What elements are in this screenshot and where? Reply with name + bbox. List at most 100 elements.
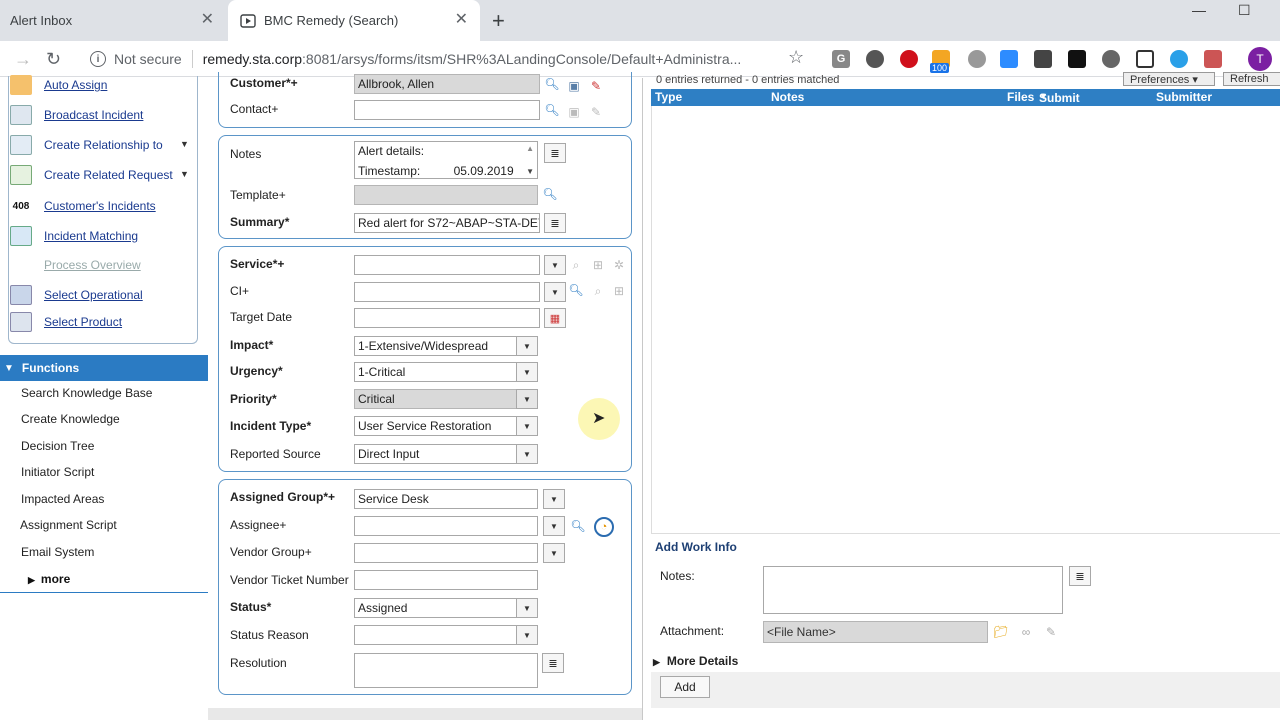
resolution-field[interactable]	[354, 653, 538, 688]
chevron-down-icon[interactable]: ▼	[516, 625, 538, 645]
incident-type-select[interactable]: User Service Restoration	[354, 416, 518, 436]
chevron-down-icon[interactable]: ▼	[544, 282, 566, 302]
close-icon[interactable]: ✕	[201, 12, 214, 28]
target-date-field[interactable]	[354, 308, 540, 328]
quick-action-select-operational[interactable]: Select Operational	[10, 284, 143, 306]
reported-source-select[interactable]: Direct Input	[354, 444, 518, 464]
search-icon[interactable]: 🔍︎	[570, 518, 586, 534]
extension-cast-icon[interactable]	[1204, 50, 1222, 68]
chevron-down-icon[interactable]: ▼	[543, 516, 565, 536]
quick-action-auto-assign[interactable]: Auto Assign	[10, 74, 107, 96]
extension-tool-icon[interactable]	[1034, 50, 1052, 68]
search-icon[interactable]: 🔍︎	[544, 102, 560, 118]
tab-bmc-remedy[interactable]: BMC Remedy (Search) ✕	[228, 0, 480, 41]
summary-field[interactable]: Red alert for S72~ABAP~STA-DE7_	[354, 213, 540, 233]
chevron-down-icon[interactable]: ▼	[543, 543, 565, 563]
column-header-submitter[interactable]: Submitter	[1156, 90, 1212, 104]
function-assignment-script[interactable]: Assignment Script	[20, 518, 117, 532]
attachment-field[interactable]: <File Name>	[763, 621, 988, 643]
quick-action-select-product[interactable]: Select Product	[10, 311, 122, 333]
forward-arrow-icon[interactable]: →	[14, 49, 32, 70]
chevron-down-icon[interactable]: ▼	[180, 139, 189, 149]
chevron-down-icon[interactable]: ▼	[516, 362, 538, 382]
extension-circle-icon[interactable]	[866, 50, 884, 68]
chevron-down-icon[interactable]: ▼	[516, 336, 538, 356]
customer-field[interactable]: Allbrook, Allen	[354, 74, 540, 94]
template-field[interactable]	[354, 185, 538, 205]
quick-action-create-relationship[interactable]: Create Relationship to ▼	[10, 134, 198, 156]
column-header-notes[interactable]: Notes	[771, 90, 804, 104]
work-info-notes-expand-button[interactable]: ≣	[1069, 566, 1091, 586]
extension-crop-icon[interactable]	[1136, 50, 1154, 68]
auto-assign-clock-icon[interactable]: ◔	[594, 517, 614, 537]
vendor-ticket-field[interactable]	[354, 570, 538, 590]
chevron-down-icon[interactable]: ▼	[516, 444, 538, 464]
star-icon[interactable]: ☆	[788, 47, 804, 68]
edit-icon[interactable]: ✎	[588, 78, 604, 94]
quick-action-broadcast-incident[interactable]: Broadcast Incident	[10, 104, 143, 126]
functions-header[interactable]: ▼ Functions	[0, 355, 208, 381]
function-decision-tree[interactable]: Decision Tree	[21, 439, 94, 453]
tab-alert-inbox[interactable]: Alert Inbox ✕	[0, 0, 226, 41]
column-header-type[interactable]: Type	[655, 90, 682, 104]
search-icon[interactable]: 🔍︎	[544, 76, 560, 92]
extension-opera-icon[interactable]	[900, 50, 918, 68]
scroll-down-icon[interactable]: ▼	[526, 167, 534, 176]
calendar-icon[interactable]: ▦	[544, 308, 566, 328]
add-button[interactable]: Add	[660, 676, 710, 698]
extension-arrow-icon[interactable]	[1170, 50, 1188, 68]
search-icon[interactable]: 🔍︎	[568, 282, 584, 298]
assignee-field[interactable]	[354, 516, 538, 536]
impact-select[interactable]: 1-Extensive/Widespread	[354, 336, 518, 356]
quick-action-customers-incidents[interactable]: 408 Customer's Incidents	[10, 195, 156, 217]
work-info-notes-field[interactable]	[763, 566, 1063, 614]
extension-zoom-icon[interactable]	[1000, 50, 1018, 68]
maximize-icon[interactable]: ☐	[1238, 2, 1251, 19]
function-create-knowledge[interactable]: Create Knowledge	[21, 412, 120, 426]
urgency-select[interactable]: 1-Critical	[354, 362, 518, 382]
function-initiator-script[interactable]: Initiator Script	[21, 465, 94, 479]
notes-field[interactable]: Alert details: Timestamp: 05.09.2019 ▲ ▼	[354, 141, 538, 179]
chevron-down-icon[interactable]: ▼	[180, 169, 189, 179]
service-field[interactable]	[354, 255, 540, 275]
extension-g-icon[interactable]: G	[832, 50, 850, 68]
reload-icon[interactable]: ↻	[46, 49, 61, 70]
folder-icon[interactable]: 📁︎	[993, 624, 1009, 640]
close-icon[interactable]: ✕	[455, 12, 468, 28]
search-icon[interactable]: 🔍︎	[542, 186, 558, 202]
chevron-down-icon[interactable]: ▼	[543, 489, 565, 509]
info-icon[interactable]: i	[90, 51, 106, 67]
extension-puzzle-icon[interactable]	[968, 50, 986, 68]
function-search-knowledge-base[interactable]: Search Knowledge Base	[21, 386, 152, 400]
assigned-group-field[interactable]: Service Desk	[354, 489, 538, 509]
status-select[interactable]: Assigned	[354, 598, 518, 618]
extension-dark-icon[interactable]	[1068, 50, 1086, 68]
refresh-button[interactable]: Refresh	[1223, 72, 1280, 86]
profile-avatar[interactable]: T	[1248, 47, 1272, 71]
vendor-group-field[interactable]	[354, 543, 538, 563]
status-reason-select[interactable]	[354, 625, 518, 645]
scroll-up-icon[interactable]: ▲	[526, 144, 534, 153]
minimize-icon[interactable]: —	[1192, 2, 1206, 18]
extension-sync-icon[interactable]	[1102, 50, 1120, 68]
column-header-files[interactable]: Files	[1007, 90, 1034, 104]
function-email-system[interactable]: Email System	[21, 545, 94, 559]
quick-action-create-related-request[interactable]: Create Related Request ▼	[10, 164, 198, 186]
contact-field[interactable]	[354, 100, 540, 120]
customer-details-icon[interactable]: ▣	[566, 78, 582, 94]
resolution-expand-button[interactable]: ≣	[542, 653, 564, 673]
quick-action-incident-matching[interactable]: Incident Matching	[10, 225, 138, 247]
new-tab-icon[interactable]: +	[492, 8, 505, 34]
chevron-down-icon[interactable]: ▼	[544, 255, 566, 275]
summary-expand-button[interactable]: ≣	[544, 213, 566, 233]
ci-field[interactable]	[354, 282, 540, 302]
preferences-button[interactable]: Preferences ▾	[1123, 72, 1215, 86]
chevron-down-icon[interactable]: ▼	[516, 598, 538, 618]
function-impacted-areas[interactable]: Impacted Areas	[21, 492, 104, 506]
more-details-toggle[interactable]: ▶ More Details	[653, 654, 738, 668]
notes-expand-button[interactable]: ≣	[544, 143, 566, 163]
chevron-down-icon[interactable]: ▼	[516, 416, 538, 436]
address-bar[interactable]: i Not secure remedy.sta.corp :8081/arsys…	[80, 45, 820, 73]
collapse-triangle-icon[interactable]: ▼	[4, 363, 14, 374]
more-link[interactable]: ▶ more	[28, 572, 70, 586]
